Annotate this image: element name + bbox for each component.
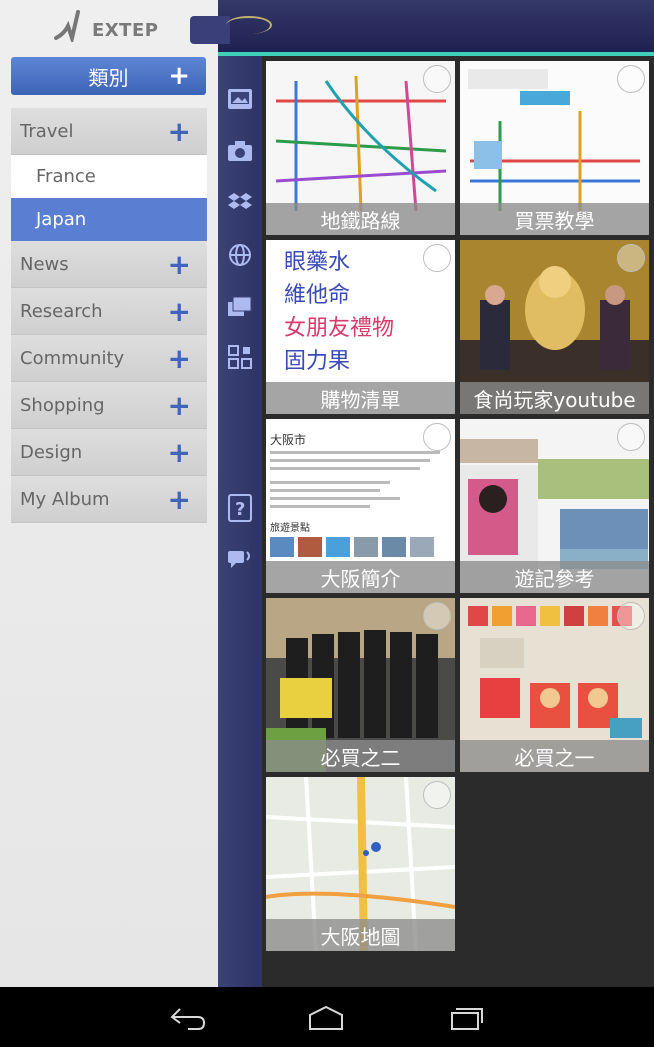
tile-caption: 必買之一 xyxy=(460,740,649,772)
tile-caption: 地鐵路線 xyxy=(266,203,455,235)
subcategory-item-france[interactable]: France xyxy=(11,155,207,198)
add-plus-icon[interactable]: + xyxy=(168,483,191,516)
top-accent-line xyxy=(218,52,654,56)
select-circle-icon[interactable] xyxy=(423,65,451,93)
subcategory-item-japan[interactable]: Japan xyxy=(11,198,207,241)
tile-caption: 遊記參考 xyxy=(460,561,649,593)
camera-icon[interactable] xyxy=(225,136,255,166)
tile-caption: 食尚玩家youtube xyxy=(460,382,649,414)
tile-caption: 必買之二 xyxy=(266,740,455,772)
logo-text: EXTEP xyxy=(92,20,159,41)
pages-icon[interactable] xyxy=(225,292,255,322)
category-label: Travel xyxy=(20,120,74,142)
hand-line: 眼藥水 xyxy=(284,250,351,275)
category-item-shopping[interactable]: Shopping + xyxy=(11,382,207,429)
logo-mark-icon xyxy=(54,10,80,42)
category-label: Design xyxy=(20,441,83,463)
handwritten-list: 眼藥水 維他命 女朋友禮物 固力果 xyxy=(284,246,394,378)
add-plus-icon[interactable]: + xyxy=(168,389,191,422)
add-plus-icon[interactable]: + xyxy=(168,295,191,328)
hand-line: 固力果 xyxy=(284,349,351,374)
tile-ticket-tutorial[interactable]: 買票教學 xyxy=(460,61,649,235)
category-label: My Album xyxy=(20,488,110,510)
select-circle-icon[interactable] xyxy=(617,423,645,451)
tile-must-buy-one[interactable]: 必買之一 xyxy=(460,598,649,772)
top-bar xyxy=(218,0,654,52)
dropbox-icon[interactable] xyxy=(225,188,255,218)
select-circle-icon[interactable] xyxy=(617,602,645,630)
add-plus-icon[interactable]: + xyxy=(168,115,191,148)
app-root: EXTEP 類別 + Travel + France Japan News + … xyxy=(0,0,654,1047)
logo: EXTEP xyxy=(0,0,218,52)
tile-travel-notes[interactable]: 遊記參考 xyxy=(460,419,649,593)
category-item-design[interactable]: Design + xyxy=(11,429,207,476)
category-label: News xyxy=(20,253,69,275)
recent-apps-icon[interactable] xyxy=(446,1003,486,1033)
tile-caption: 大阪簡介 xyxy=(266,561,455,593)
tag-string-decoration xyxy=(226,16,272,34)
tile-caption: 買票教學 xyxy=(460,203,649,235)
tile-must-buy-two[interactable]: 必買之二 xyxy=(266,598,455,772)
back-icon[interactable] xyxy=(168,1003,208,1033)
category-sidebar: EXTEP 類別 + Travel + France Japan News + … xyxy=(0,0,218,987)
globe-icon[interactable] xyxy=(225,240,255,270)
category-label: Community xyxy=(20,347,125,369)
chat-icon[interactable] xyxy=(225,544,255,574)
add-category-plus-icon[interactable]: + xyxy=(168,61,190,91)
select-circle-icon[interactable] xyxy=(423,781,451,809)
category-item-travel[interactable]: Travel + xyxy=(11,108,207,155)
category-label: Shopping xyxy=(20,394,105,416)
osaka-subtitle: 旅遊景點 xyxy=(270,523,310,534)
svg-text:?: ? xyxy=(235,499,245,520)
category-item-community[interactable]: Community + xyxy=(11,335,207,382)
category-item-news[interactable]: News + xyxy=(11,241,207,288)
category-list: Travel + France Japan News + Research + … xyxy=(11,108,207,523)
select-circle-icon[interactable] xyxy=(617,244,645,272)
qr-icon[interactable] xyxy=(225,342,255,372)
home-icon[interactable] xyxy=(306,1003,346,1033)
tile-osaka-map[interactable]: 大阪地圖 xyxy=(266,777,455,951)
category-header[interactable]: 類別 + xyxy=(11,57,206,95)
system-nav-bar xyxy=(0,987,654,1047)
category-title: 類別 xyxy=(88,65,129,90)
tile-youtube-video[interactable]: 食尚玩家youtube xyxy=(460,240,649,414)
select-circle-icon[interactable] xyxy=(423,602,451,630)
category-label: Research xyxy=(20,300,103,322)
select-circle-icon[interactable] xyxy=(423,423,451,451)
select-circle-icon[interactable] xyxy=(423,244,451,272)
category-item-my-album[interactable]: My Album + xyxy=(11,476,207,523)
tile-shopping-list[interactable]: 眼藥水 維他命 女朋友禮物 固力果 購物清單 xyxy=(266,240,455,414)
gallery-icon[interactable] xyxy=(225,84,255,114)
tile-osaka-intro[interactable]: 大阪市 旅遊景點 大阪簡介 xyxy=(266,419,455,593)
hand-line: 女朋友禮物 xyxy=(284,316,395,341)
tile-caption: 購物清單 xyxy=(266,382,455,414)
select-circle-icon[interactable] xyxy=(617,65,645,93)
category-item-research[interactable]: Research + xyxy=(11,288,207,335)
tile-subway-route[interactable]: 地鐵路線 xyxy=(266,61,455,235)
hand-line: 維他命 xyxy=(284,283,351,308)
help-icon[interactable]: ? xyxy=(225,493,255,523)
add-plus-icon[interactable]: + xyxy=(168,342,191,375)
tile-caption: 大阪地圖 xyxy=(266,919,455,951)
add-plus-icon[interactable]: + xyxy=(168,436,191,469)
tool-rail: ? xyxy=(218,56,262,987)
tag-icon xyxy=(190,16,230,44)
add-plus-icon[interactable]: + xyxy=(168,248,191,281)
